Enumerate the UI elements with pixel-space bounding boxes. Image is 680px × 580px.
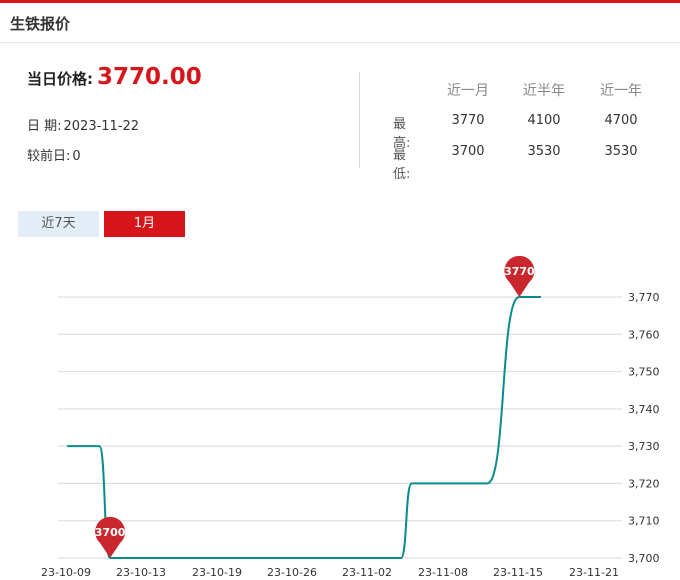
stats-col-halfyear: 近半年 [523, 83, 565, 99]
change-line: 较前日: 0 [27, 145, 81, 164]
title-divider [0, 42, 680, 43]
max-marker-pin: 3770 [504, 255, 535, 297]
page-title: 生铁报价 [10, 15, 71, 33]
range-tabs: 近7天 1月 [18, 211, 185, 237]
x-tick-label: 23-10-13 [116, 566, 166, 579]
stats-high-halfyear: 4100 [527, 113, 561, 128]
min-marker-pin: 3700 [95, 516, 126, 558]
y-tick-label: 3,730 [628, 440, 660, 453]
x-tick-label: 23-10-19 [192, 566, 242, 579]
x-tick-label: 23-11-08 [418, 566, 468, 579]
price-label: 当日价格: [27, 70, 93, 88]
pin-label: 3700 [95, 526, 126, 539]
x-tick-label: 23-10-09 [41, 566, 91, 579]
price-block: 当日价格: 3770.00 [27, 64, 202, 90]
y-tick-label: 3,770 [628, 291, 660, 304]
stats-high-month: 3770 [451, 113, 485, 128]
stats-row-low-label: 最低: [393, 148, 411, 182]
stats-col-year: 近一年 [600, 83, 642, 99]
stats-low-year: 3530 [604, 144, 638, 159]
change-value: 0 [72, 149, 81, 164]
x-tick-label: 23-10-26 [267, 566, 317, 579]
change-label: 较前日: [27, 149, 71, 164]
top-accent-line [0, 0, 680, 3]
price-value: 3770.00 [97, 64, 202, 90]
stats-low-month: 3700 [451, 144, 485, 159]
date-line: 日 期: 2023-11-22 [27, 115, 139, 134]
tab-7-days[interactable]: 近7天 [18, 211, 99, 237]
tab-1-month[interactable]: 1月 [104, 211, 185, 237]
y-tick-label: 3,760 [628, 328, 660, 341]
stats-high-year: 4700 [604, 113, 638, 128]
pin-label: 3770 [504, 265, 535, 278]
stats-low-halfyear: 3530 [527, 144, 561, 159]
date-value: 2023-11-22 [63, 119, 140, 134]
y-tick-label: 3,710 [628, 515, 660, 528]
y-tick-label: 3,750 [628, 366, 660, 379]
y-tick-label: 3,720 [628, 477, 660, 490]
x-tick-label: 23-11-02 [342, 566, 392, 579]
date-label: 日 期: [27, 119, 62, 134]
summary-divider [359, 72, 360, 168]
stats-col-month: 近一月 [447, 83, 489, 99]
y-tick-label: 3,740 [628, 403, 660, 416]
series-line [66, 296, 541, 559]
price-line-chart: 3,700 3,710 3,720 3,730 3,740 3,750 3,760 3,770… [41, 255, 660, 579]
y-tick-label: 3,700 [628, 552, 660, 565]
x-tick-label: 23-11-15 [493, 566, 543, 579]
x-tick-label: 23-11-21 [569, 566, 619, 579]
